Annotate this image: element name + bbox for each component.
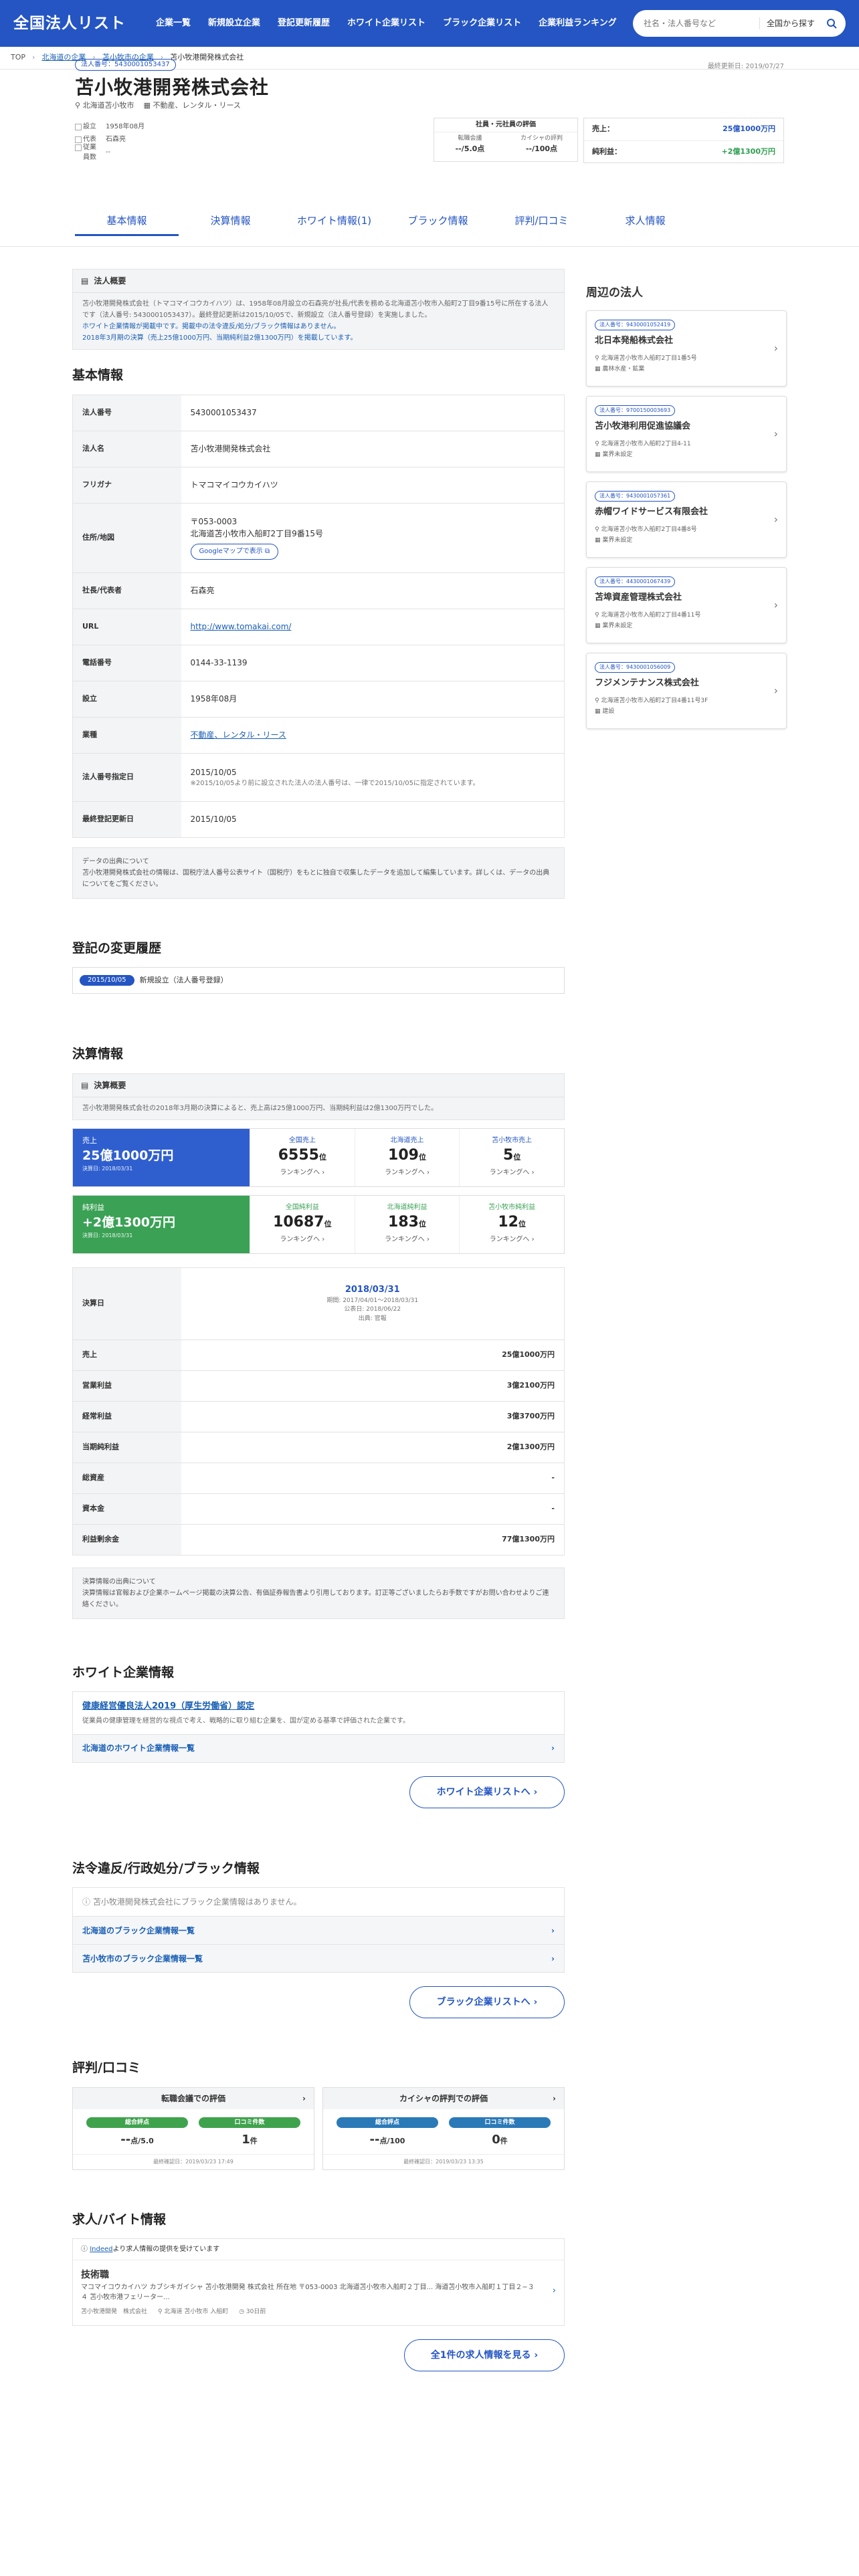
sidebar: 周辺の法人 法人番号：9430001052419 北日本発船株式会社 ⚲ 北海道苫小… — [586, 269, 787, 738]
chevron-right-icon: › — [773, 427, 778, 440]
company-url-link[interactable]: http://www.tomakai.com/ — [191, 622, 292, 631]
basic-heading: 基本情報 — [72, 368, 124, 383]
black-list-button[interactable]: ブラック企業リストへ › — [409, 1986, 565, 2018]
company-meta: ⚲ 北海道苫小牧市 ▦ 不動産、レンタル・リース — [75, 100, 241, 112]
review-cards: 転職会議での評価 総合評点--点/5.0口コミ件数1件 最終確認日：2019/0… — [72, 2086, 565, 2170]
tab-basic[interactable]: 基本情報 — [75, 207, 179, 236]
document-icon: ▤ — [81, 276, 89, 286]
history-heading: 登記の変更履歴 — [72, 940, 162, 956]
tab-black[interactable]: ブラック情報 — [386, 207, 490, 236]
white-heading: ホワイト企業情報 — [72, 1665, 175, 1680]
nearby-company-card[interactable]: 法人番号：9430001057361 赤帽ワイドサービス有限会社 ⚲ 北海道苫小牧市… — [586, 481, 787, 558]
black-pref-link[interactable]: 北海道のブラック企業情報一覧 › — [72, 1917, 565, 1945]
section-tabs: 基本情報 決算情報 ホワイト情報(1) ブラック情報 評判/口コミ 求人情報 — [75, 207, 697, 236]
kessan-source-note: 決算情報の出典について 決算情報は官報および企業ホームページ掲載の決算公告、有価証… — [72, 1567, 565, 1619]
indeed-logo[interactable]: Indeed — [90, 2246, 112, 2253]
nearby-company-card[interactable]: 法人番号：4430001067439 苫埠資産管理株式会社 ⚲ 北海道苫小牧市入船町… — [586, 566, 787, 643]
employee-rating-box[interactable]: 社員・元社員の評価 転職会議 --/5.0点 カイシャの評判 --/100点 — [434, 118, 578, 162]
chevron-right-icon: › — [551, 1925, 555, 1935]
tab-white[interactable]: ホワイト情報(1) — [282, 207, 386, 236]
building-icon: ▦ — [143, 101, 153, 110]
job-box: ⓘ Indeedより求人情報の提供を受けています 技術職 マコマイコウカイハツ … — [72, 2238, 565, 2326]
white-cert-link[interactable]: 健康経営優良法人2019（厚生労働省）認定 — [82, 1701, 254, 1711]
document-icon: ▤ — [81, 1080, 89, 1090]
white-list-button[interactable]: ホワイト企業リストへ › — [409, 1776, 565, 1808]
chevron-right-icon: › — [552, 2286, 556, 2296]
industry-label: ▦ 不動産、レンタル・リース — [143, 101, 241, 110]
finance-summary: 売上： 25億1000万円 純利益： +2億1300万円 — [583, 118, 784, 163]
kessan-table: 決算日 2018/03/31 期間: 2017/04/01〜2018/03/31 公表… — [72, 1267, 565, 1555]
review-card-kaisha[interactable]: カイシャの評判での評価 総合評点--点/100口コミ件数0件 最終確認日：201… — [322, 2086, 565, 2170]
black-none: ⓘ 苫小牧港開発株式会社にブラック企業情報はありません。 — [72, 1887, 565, 1917]
chevron-right-icon: › — [773, 683, 778, 697]
review-heading: 評判/口コミ — [72, 2060, 140, 2075]
nearby-company-card[interactable]: 法人番号：9430001056009 フジメンテナンス株式会社 ⚲ 北海道苫小牧市入… — [586, 652, 787, 729]
last-updated: 最終更新日: 2019/07/27 — [707, 63, 784, 70]
company-facts: 設立 1958年08月 代表 石森亮 従業員数 -- — [75, 120, 145, 161]
corp-number-badge: 法人番号：5430001053437 — [75, 59, 176, 71]
chevron-right-icon: › — [551, 1743, 555, 1753]
overview-box: ▤ 法人概要 苫小牧港開発株式会社（トマコマイコウカイハツ）は、1958年08月設… — [72, 269, 565, 350]
chevron-right-icon: › — [773, 598, 778, 611]
black-city-link[interactable]: 苫小牧市のブラック企業情報一覧 › — [72, 1945, 565, 1973]
chevron-right-icon: › — [773, 341, 778, 354]
industry-link[interactable]: 不動産、レンタル・リース — [191, 730, 286, 740]
kessan-heading: 決算情報 — [72, 1047, 124, 1061]
profit-ranking: 純利益 +2億1300万円 決算日: 2018/03/31 全国純利益 10687位ラ… — [72, 1194, 565, 1254]
main-content: ▤ 法人概要 苫小牧港開発株式会社（トマコマイコウカイハツ）は、1958年08月設… — [72, 269, 565, 2371]
tab-jobs[interactable]: 求人情報 — [593, 207, 697, 236]
clock-icon: ◷ — [239, 2309, 246, 2315]
pin-icon: ⚲ — [75, 101, 83, 110]
nearby-company-card[interactable]: 法人番号：9430001052419 北日本発船株式会社 ⚲ 北海道苫小牧市入船町2… — [586, 310, 787, 387]
nearby-company-card[interactable]: 法人番号：9700150003693 苫小牧港利用促進協議会 ⚲ 北海道苫小牧市入船… — [586, 395, 787, 472]
location-label: ⚲ 北海道苫小牧市 — [75, 101, 134, 110]
company-name: 苫小牧港開発株式会社 — [75, 76, 270, 98]
tab-kessan[interactable]: 決算情報 — [179, 207, 282, 236]
google-map-button[interactable]: Googleマップで表示 ⧉ — [190, 544, 279, 560]
sales-ranking: 売上 25億1000万円 決算日: 2018/03/31 全国売上 6555位 ランキン… — [72, 1128, 565, 1187]
tab-review[interactable]: 評判/口コミ — [490, 207, 593, 236]
chevron-right-icon: › — [551, 1953, 555, 1963]
job-heading: 求人/バイト情報 — [72, 2212, 166, 2227]
history-item: 2015/10/05 新規設立（法人番号登録） — [72, 967, 565, 994]
kessan-summary-box: ▤ 決算概要 苫小牧港開発株式会社の2018年3月期の決算によると、売上高は25億… — [72, 1073, 565, 1120]
info-icon: ⓘ — [81, 2246, 90, 2253]
review-card-tenshoku[interactable]: 転職会議での評価 総合評点--点/5.0口コミ件数1件 最終確認日：2019/0… — [72, 2086, 314, 2170]
basic-info-table: 法人番号 5430001053437 法人名 苫小牧港開発株式会社 フリガナ トマコマ… — [72, 394, 565, 838]
data-source-note: データの出典について 苫小牧港開発株式会社の情報は、国税庁法人番号公表サイト（国税… — [72, 847, 565, 899]
job-item[interactable]: 技術職 マコマイコウカイハツ カブシキガイシャ 苫小牧港開発 株式会社 所在地 … — [73, 2260, 564, 2325]
black-heading: 法令違反/行政処分/ブラック情報 — [72, 1860, 260, 1876]
white-item: 健康経営優良法人2019（厚生労働省）認定 従業員の健康管理を経営的な視点で考え… — [72, 1691, 565, 1735]
chevron-right-icon: › — [773, 512, 778, 526]
nearby-heading: 周辺の法人 — [586, 286, 643, 300]
job-list-button[interactable]: 全1件の求人情報を見る › — [404, 2339, 565, 2371]
white-list-link[interactable]: 北海道のホワイト企業情報一覧 › — [72, 1734, 565, 1763]
info-icon: ⓘ — [82, 1897, 93, 1907]
